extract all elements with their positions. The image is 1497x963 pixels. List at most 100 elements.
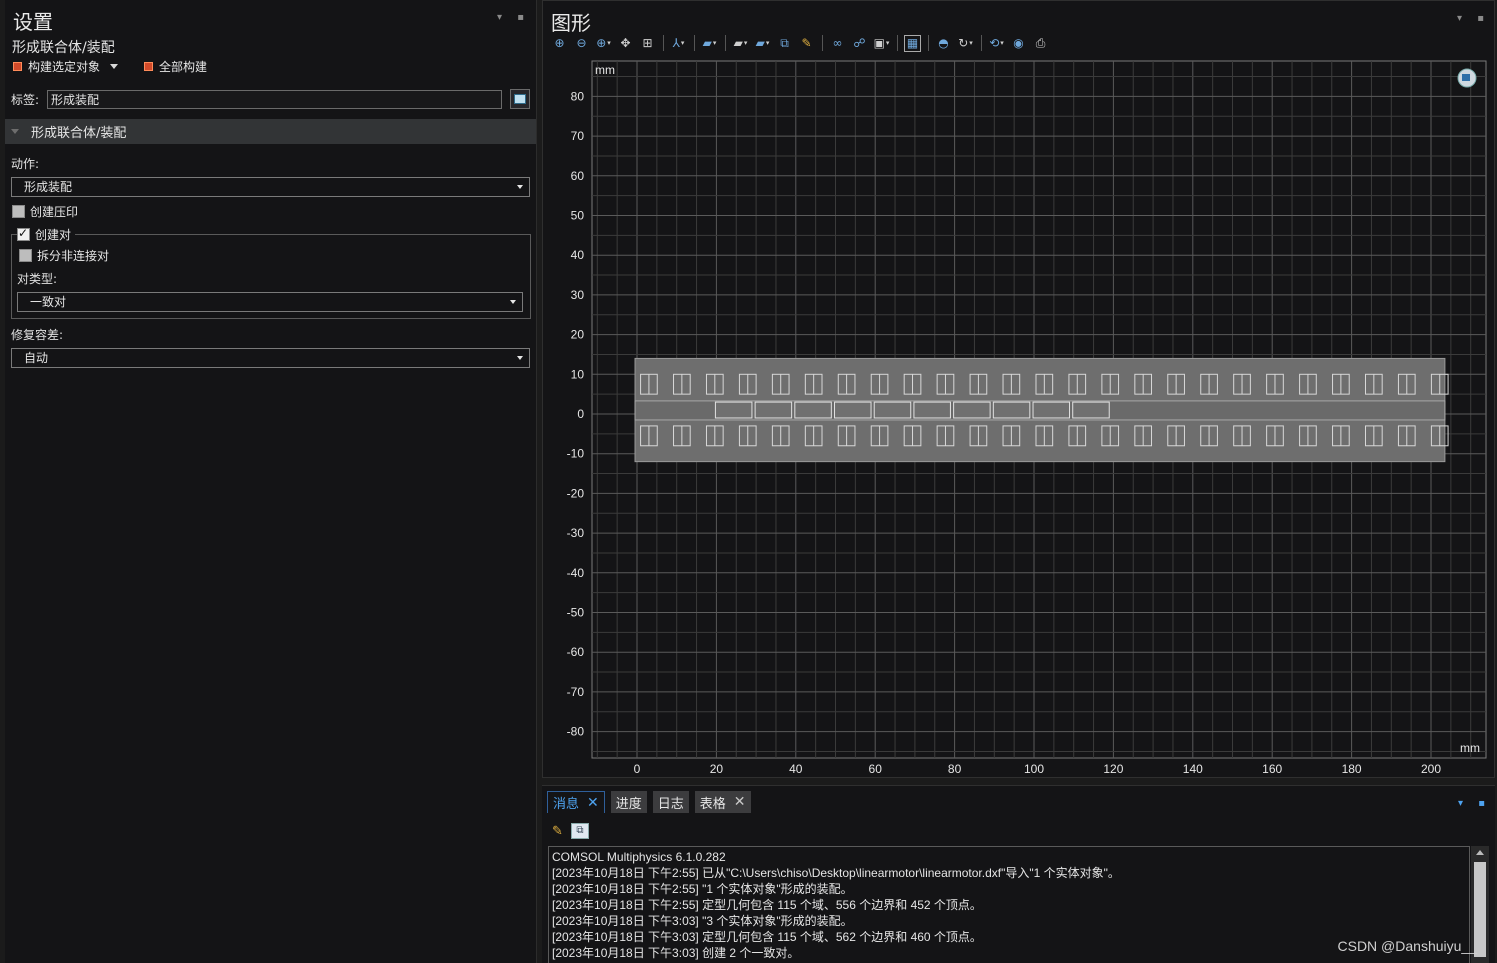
toolbar-separator bbox=[725, 35, 726, 51]
reset-view-icon[interactable]: ⟲ ▾ bbox=[988, 35, 1005, 52]
messages-tabs: 消息 ✕ 进度 日志 表格 ✕ bbox=[547, 791, 751, 813]
pair-type-select[interactable]: 一致对 bbox=[17, 292, 523, 312]
tab-label: 进度 bbox=[615, 796, 642, 812]
create-imprint-label: 创建压印 bbox=[30, 205, 79, 219]
panel-title: 设置 bbox=[13, 10, 53, 34]
y-tick-label: 10 bbox=[571, 367, 585, 381]
snapshot-icon[interactable]: ◉ bbox=[1010, 35, 1027, 52]
magnet-block bbox=[992, 401, 1031, 419]
x-tick-label: 100 bbox=[1024, 762, 1044, 776]
graphics-toolbar: ⊕ ⊖ ⊕ ▾ ✥ ⊞ ⅄ ▾ ▰ ▾ ▰ ▾ ▰ ▾ ⧉ ✎ ∞ ☍ ▣ ▾ ▦ ◓ ↻ ▾… bbox=[551, 33, 1054, 53]
pin-icon[interactable]: ▾ ▪ bbox=[497, 12, 530, 23]
repair-tol-value: 自动 bbox=[24, 351, 49, 365]
y-tick-label: 40 bbox=[571, 248, 585, 262]
checkbox-box[interactable] bbox=[12, 205, 25, 218]
label-input[interactable] bbox=[47, 89, 502, 109]
zoom-extents-icon[interactable]: ⊞ bbox=[639, 35, 656, 52]
hide-icon[interactable]: ∞ bbox=[829, 35, 846, 52]
label-caption: 标签: bbox=[11, 92, 40, 107]
zoom-box-icon[interactable]: ⊕ ▾ bbox=[595, 35, 612, 52]
build-all-button[interactable]: 全部构建 bbox=[159, 58, 207, 75]
zoom-in-icon[interactable]: ⊕ bbox=[551, 35, 568, 52]
show-icon[interactable]: ☍ bbox=[851, 35, 868, 52]
axis-icon[interactable]: ⅄ ▾ bbox=[670, 35, 687, 52]
unit-label-top: mm bbox=[595, 63, 615, 77]
close-icon[interactable]: ✕ bbox=[587, 795, 599, 811]
geometry-canvas[interactable]: 0 20 40 60 80 100 120 140 160 180 2008070605040302… bbox=[543, 1, 1496, 779]
tab-messages[interactable]: 消息 ✕ bbox=[547, 791, 605, 813]
split-pairs-label: 拆分非连接对 bbox=[37, 249, 110, 263]
magnet-block bbox=[834, 401, 872, 419]
collapse-icon[interactable] bbox=[11, 129, 19, 134]
y-tick-label: -10 bbox=[567, 447, 585, 461]
pan-icon[interactable]: ✥ bbox=[617, 35, 634, 52]
transparency-icon[interactable]: ↻ ▾ bbox=[957, 35, 974, 52]
chevron-down-icon bbox=[510, 300, 516, 304]
log-line: [2023年10月18日 下午3:03] "3 个实体对象"形成的装配。 bbox=[552, 914, 853, 928]
window-icon bbox=[514, 94, 526, 104]
create-pairs-label: 创建对 bbox=[35, 228, 72, 242]
message-log[interactable]: COMSOL Multiphysics 6.1.0.282 [2023年10月1… bbox=[548, 846, 1470, 963]
checkbox-box-checked[interactable] bbox=[17, 226, 30, 241]
log-line: [2023年10月18日 下午2:55] 定型几何包含 115 个域、556 个… bbox=[552, 898, 982, 912]
chevron-down-icon bbox=[517, 185, 523, 189]
graphics-title: 图形 bbox=[551, 11, 591, 35]
select-object-icon[interactable]: ⧉ bbox=[776, 35, 793, 52]
y-tick-label: 30 bbox=[571, 288, 585, 302]
checkbox-box[interactable] bbox=[19, 249, 32, 262]
y-tick-label: 20 bbox=[571, 328, 585, 342]
section-header[interactable]: 形成联合体/装配 bbox=[5, 119, 536, 144]
y-tick-label: 60 bbox=[571, 169, 585, 183]
select-domain-icon[interactable]: ▰ ▾ bbox=[732, 35, 749, 52]
repair-tol-select[interactable]: 自动 bbox=[11, 348, 530, 368]
chevron-down-icon[interactable] bbox=[110, 64, 119, 69]
x-tick-label: 120 bbox=[1103, 762, 1123, 776]
action-label: 动作: bbox=[11, 157, 40, 171]
clear-selection-icon[interactable]: ✎ bbox=[798, 35, 815, 52]
magnet-block bbox=[913, 401, 951, 419]
create-pairs-checkbox[interactable]: 创建对 bbox=[17, 226, 76, 243]
y-tick-label: -40 bbox=[567, 566, 585, 580]
build-selected-button[interactable]: 构建选定对象 bbox=[28, 58, 100, 75]
messages-panel: 消息 ✕ 进度 日志 表格 ✕ ▾ ▪ ✎ ⧉ COMSOL Multiphys… bbox=[542, 785, 1495, 963]
label-edit-button[interactable] bbox=[510, 89, 530, 109]
split-pairs-checkbox[interactable]: 拆分非连接对 bbox=[19, 247, 109, 264]
view-icon[interactable]: ▰ ▾ bbox=[701, 35, 718, 52]
tab-progress[interactable]: 进度 bbox=[610, 791, 647, 813]
action-select[interactable]: 形成装配 bbox=[11, 177, 530, 197]
y-tick-label: -60 bbox=[567, 645, 585, 659]
pin-icon[interactable]: ▾ ▪ bbox=[1457, 13, 1490, 24]
magnet-block bbox=[1032, 401, 1071, 419]
log-line: [2023年10月18日 下午3:03] 定型几何包含 115 个域、562 个… bbox=[552, 930, 982, 944]
select-boundary-icon[interactable]: ▰ ▾ bbox=[754, 35, 771, 52]
pin-icon[interactable]: ▾ ▪ bbox=[1458, 798, 1491, 809]
grid-icon[interactable]: ▦ bbox=[904, 34, 921, 52]
y-tick-label: -30 bbox=[567, 526, 585, 540]
zoom-out-icon[interactable]: ⊖ bbox=[573, 35, 590, 52]
chevron-down-icon bbox=[517, 356, 523, 360]
scene-light-icon[interactable]: ◓ bbox=[935, 35, 952, 52]
clear-icon[interactable]: ✎ bbox=[552, 824, 563, 839]
unit-label-bottom: mm bbox=[1460, 741, 1480, 755]
magnet-block bbox=[794, 401, 832, 419]
y-tick-label: -20 bbox=[567, 486, 585, 500]
node-title: 形成联合体/装配 bbox=[12, 40, 115, 56]
scroll-up-icon[interactable] bbox=[1476, 850, 1484, 855]
y-tick-label: 50 bbox=[571, 209, 585, 223]
toolbar-separator bbox=[928, 35, 929, 51]
x-tick-label: 20 bbox=[710, 762, 724, 776]
close-icon[interactable]: ✕ bbox=[734, 794, 746, 810]
tab-label: 日志 bbox=[657, 796, 684, 812]
settings-panel: 设置 ▾ ▪ 形成联合体/装配 构建选定对象 全部构建 标签: 形成联合体/装配… bbox=[5, 0, 537, 963]
view-cube-face bbox=[1462, 74, 1470, 81]
tab-table[interactable]: 表格 ✕ bbox=[694, 791, 751, 813]
create-imprint-checkbox[interactable]: 创建压印 bbox=[12, 203, 78, 220]
y-tick-label: 70 bbox=[571, 129, 585, 143]
render-icon[interactable]: ▣ ▾ bbox=[873, 35, 890, 52]
print-icon[interactable]: ⎙ bbox=[1032, 35, 1049, 52]
tab-log[interactable]: 日志 bbox=[652, 791, 689, 813]
magnet-block bbox=[873, 401, 912, 419]
copy-icon[interactable]: ⧉ bbox=[570, 823, 589, 839]
x-tick-label: 140 bbox=[1183, 762, 1203, 776]
section-title: 形成联合体/装配 bbox=[31, 126, 127, 141]
